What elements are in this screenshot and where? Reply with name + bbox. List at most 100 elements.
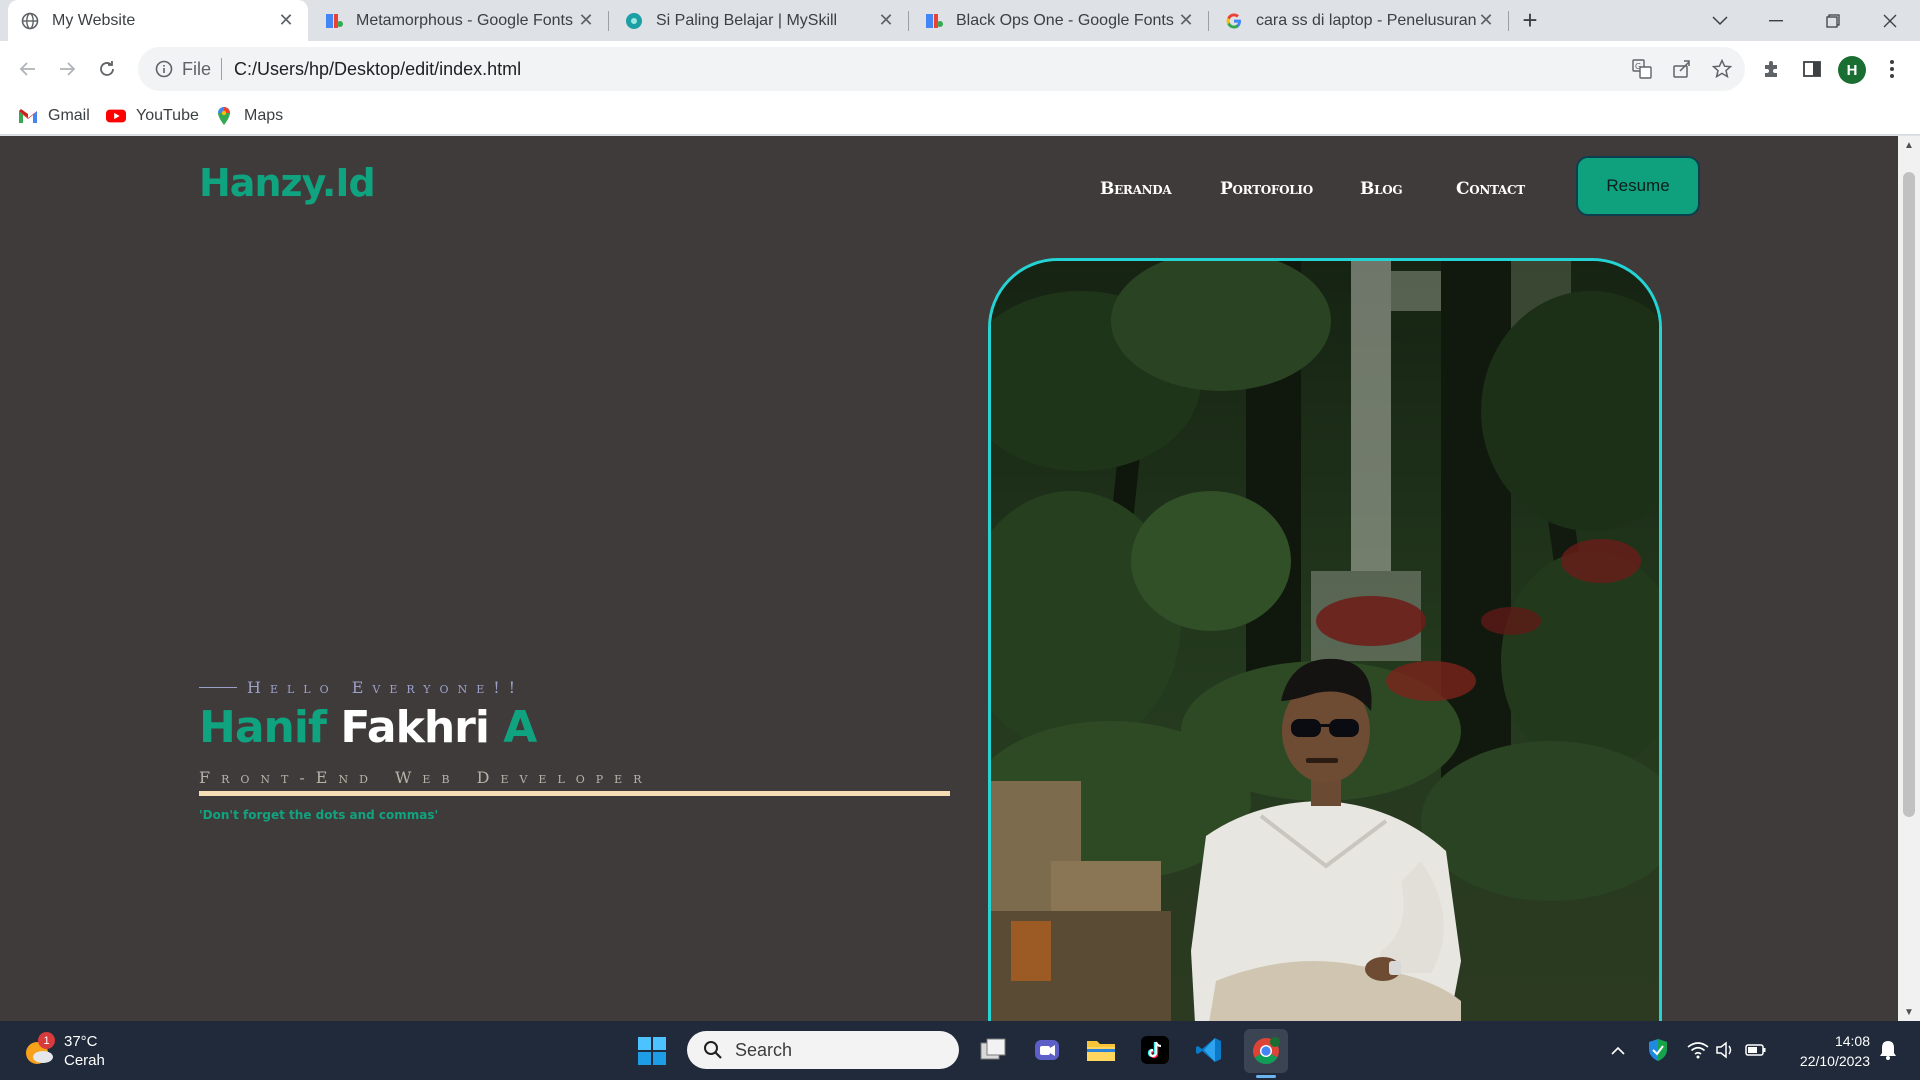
browser-toolbar: File C:/Users/hp/Desktop/edit/index.html… [0, 41, 1920, 97]
system-clock[interactable]: 14:08 22/10/2023 [1780, 1031, 1870, 1071]
search-placeholder: Search [735, 1039, 793, 1060]
task-view-icon[interactable] [976, 1033, 1010, 1067]
nav-blog[interactable]: Blog [1360, 179, 1403, 199]
windows-taskbar: 1 37°C Cerah Search 14:08 22/10/2023 [0, 1021, 1920, 1080]
svg-text:G: G [1635, 62, 1641, 71]
new-tab-button[interactable]: + [1504, 0, 1556, 41]
close-tab-icon[interactable]: ✕ [576, 10, 596, 31]
close-tab-icon[interactable]: ✕ [1176, 10, 1196, 31]
side-panel-icon[interactable] [1798, 55, 1826, 83]
hero-role: Front-End Web Developer [199, 768, 653, 787]
clock-time: 14:08 [1834, 1033, 1870, 1049]
close-window-button[interactable] [1862, 0, 1918, 41]
tab-title: Si Paling Belajar | MySkill [656, 11, 838, 29]
tab-myskill[interactable]: Si Paling Belajar | MySkill ✕ [612, 0, 908, 41]
windows-start-icon[interactable] [636, 1035, 668, 1067]
taskbar-search[interactable]: Search [687, 1031, 959, 1069]
nav-beranda[interactable]: Beranda [1100, 179, 1172, 199]
weather-sun-icon: 1 [24, 1032, 55, 1066]
youtube-icon [106, 108, 126, 124]
bookmark-star-icon[interactable] [1708, 55, 1736, 83]
chrome-taskbar-icon[interactable] [1244, 1029, 1288, 1073]
tab-my-website[interactable]: My Website ✕ [8, 0, 308, 41]
hero-name-middle: Fakhri [340, 702, 490, 753]
back-button[interactable] [8, 49, 48, 89]
profile-photo-illustration [991, 261, 1659, 1021]
battery-icon[interactable] [1742, 1036, 1770, 1064]
hero-name-last: A [503, 702, 537, 753]
greeting-line [199, 687, 237, 688]
show-hidden-icons-chevron[interactable] [1606, 1038, 1630, 1062]
tab-strip: My Website ✕ Metamorphous - Google Fonts… [0, 0, 1920, 41]
tab-black-ops-one[interactable]: Black Ops One - Google Fonts ✕ [912, 0, 1208, 41]
info-icon[interactable] [146, 60, 182, 78]
file-explorer-icon[interactable] [1084, 1033, 1118, 1067]
scroll-up-icon[interactable]: ▲ [1898, 136, 1920, 154]
site-logo[interactable]: Hanzy.Id [199, 161, 376, 205]
google-icon [1224, 11, 1244, 31]
wifi-icon[interactable] [1684, 1036, 1712, 1064]
bookmark-label: YouTube [136, 107, 199, 124]
close-tab-icon[interactable]: ✕ [276, 10, 296, 31]
tab-title: My Website [52, 11, 136, 29]
scroll-down-icon[interactable]: ▼ [1898, 1003, 1920, 1021]
google-fonts-icon [924, 11, 944, 31]
clock-date: 22/10/2023 [1799, 1053, 1870, 1069]
weather-widget[interactable]: 1 37°C Cerah [24, 1031, 105, 1071]
bookmark-label: Gmail [48, 107, 90, 124]
minimize-button[interactable] [1748, 0, 1804, 41]
resume-button[interactable]: Resume [1576, 156, 1700, 216]
hero-underline [199, 791, 950, 796]
address-url[interactable]: C:/Users/hp/Desktop/edit/index.html [234, 59, 521, 80]
translate-icon[interactable]: G [1628, 55, 1656, 83]
hero-name: Hanif Fakhri A [199, 702, 537, 753]
share-icon[interactable] [1668, 55, 1696, 83]
address-bar[interactable]: File C:/Users/hp/Desktop/edit/index.html [138, 47, 1745, 91]
profile-avatar[interactable]: H [1838, 56, 1866, 84]
forward-button[interactable] [47, 49, 87, 89]
restore-button[interactable] [1805, 0, 1861, 41]
bookmark-maps[interactable]: Maps [214, 105, 283, 127]
tab-title: Black Ops One - Google Fonts [956, 11, 1174, 29]
search-icon [704, 1041, 722, 1059]
address-divider [221, 58, 223, 80]
profile-photo [988, 258, 1662, 1021]
nav-contact[interactable]: Contact [1456, 179, 1525, 199]
maps-icon [214, 107, 234, 125]
address-scheme: File [182, 58, 212, 79]
menu-icon[interactable] [1878, 55, 1906, 83]
teams-chat-icon[interactable] [1030, 1033, 1064, 1067]
gmail-icon [18, 108, 38, 124]
tab-separator [1208, 11, 1209, 31]
weather-condition: Cerah [64, 1052, 105, 1069]
close-tab-icon[interactable]: ✕ [876, 10, 896, 31]
vscode-icon[interactable] [1192, 1033, 1226, 1067]
tab-title: cara ss di laptop - Penelusuran G [1256, 11, 1476, 29]
tab-metamorphous[interactable]: Metamorphous - Google Fonts ✕ [312, 0, 608, 41]
tiktok-icon[interactable] [1138, 1033, 1172, 1067]
hero-quote: 'Don't forget the dots and commas' [199, 808, 439, 822]
globe-icon [20, 11, 40, 31]
weather-badge: 1 [38, 1032, 55, 1049]
reload-button[interactable] [87, 49, 127, 89]
security-shield-icon[interactable] [1644, 1036, 1672, 1064]
bookmarks-bar: Gmail YouTube Maps [0, 97, 1920, 135]
page-scrollbar[interactable]: ▲ ▼ [1898, 136, 1920, 1021]
greeting-text: Hello Everyone!! [247, 678, 525, 697]
page-viewport: Hanzy.Id Beranda Portofolio Blog Contact… [0, 136, 1898, 1021]
hero-greeting: Hello Everyone!! [199, 678, 524, 697]
notification-bell-icon[interactable] [1874, 1036, 1902, 1064]
tab-search-chevron-icon[interactable] [1692, 0, 1748, 41]
tab-google-search[interactable]: cara ss di laptop - Penelusuran G ✕ [1212, 0, 1508, 41]
tab-separator [908, 11, 909, 31]
tab-title: Metamorphous - Google Fonts [356, 11, 573, 29]
volume-icon[interactable] [1712, 1036, 1740, 1064]
close-tab-icon[interactable]: ✕ [1476, 10, 1496, 31]
extensions-icon[interactable] [1758, 55, 1786, 83]
bookmark-gmail[interactable]: Gmail [18, 105, 90, 127]
active-app-indicator [1256, 1075, 1276, 1078]
nav-portofolio[interactable]: Portofolio [1220, 179, 1313, 199]
scrollbar-thumb[interactable] [1903, 172, 1915, 817]
bookmark-youtube[interactable]: YouTube [106, 105, 199, 127]
tab-separator [608, 11, 609, 31]
